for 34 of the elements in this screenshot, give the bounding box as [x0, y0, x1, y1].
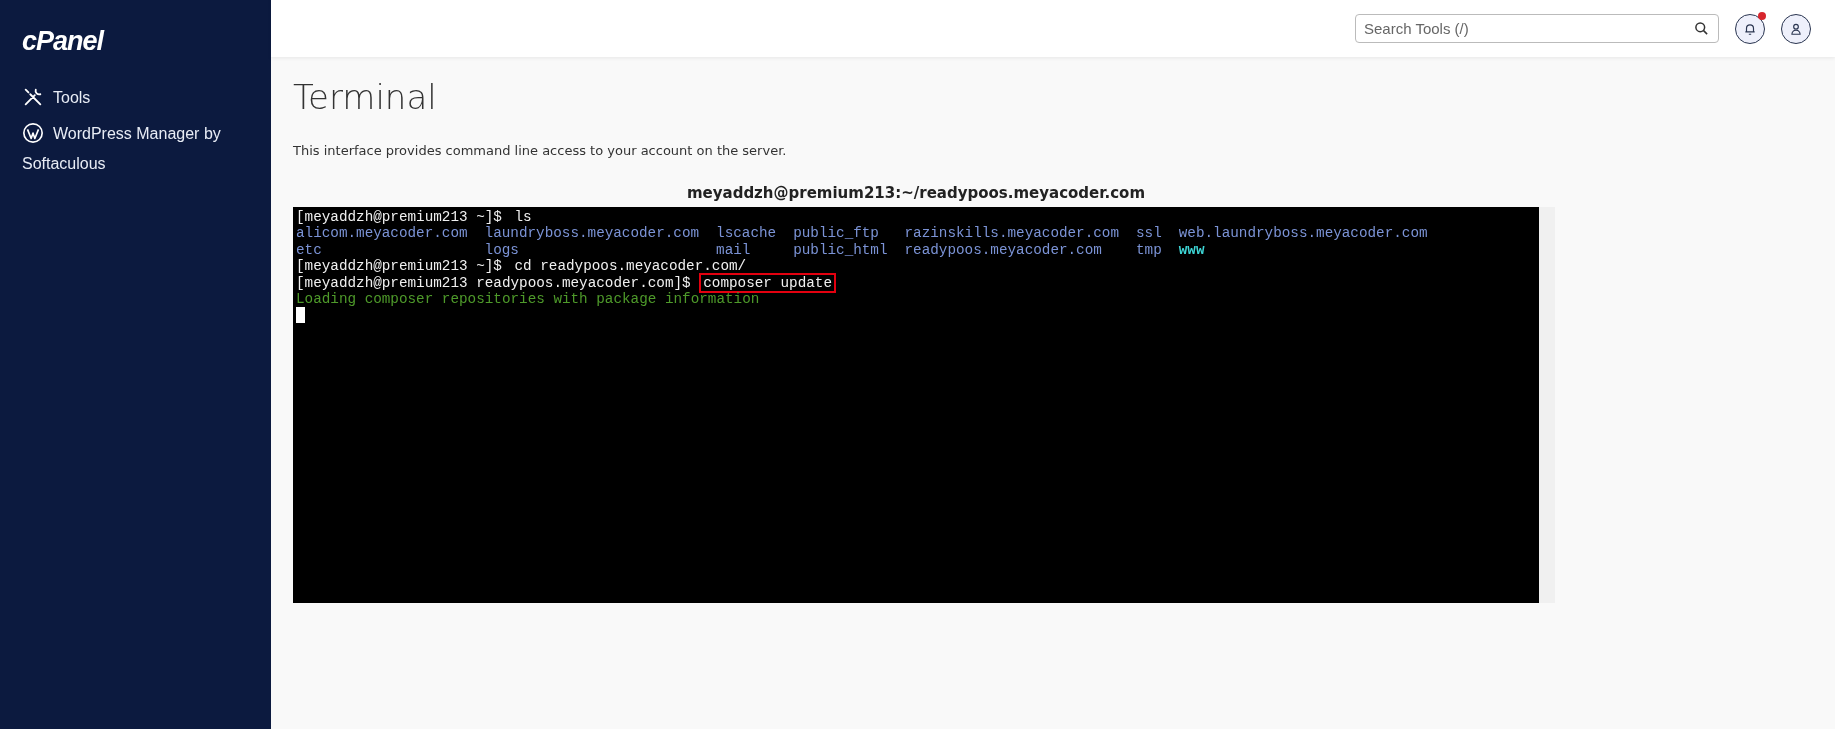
directory-entry: lscache [716, 225, 777, 242]
terminal-cursor [296, 307, 305, 324]
directory-entry: mail [716, 241, 752, 259]
user-button[interactable] [1781, 13, 1811, 44]
directory-entry: tmp [1136, 241, 1162, 259]
terminal-prompt: [meyaddzh@premium213 readypoos.meyacoder.com]$ [296, 274, 691, 292]
wordpress-icon [22, 122, 44, 144]
notifications-button[interactable] [1735, 13, 1765, 44]
search-icon [1694, 21, 1709, 36]
terminal-output: Loading composer repositories with package information [296, 291, 760, 308]
search-field[interactable]: Search Tools (/) [1355, 14, 1719, 43]
scrollbar[interactable] [1539, 207, 1555, 603]
directory-entry: public_html [793, 241, 888, 259]
directory-entry: etc [296, 241, 323, 259]
bell-icon [1743, 21, 1757, 36]
directory-entry: web.laundryboss.meyacoder.com [1178, 225, 1428, 242]
tools-icon [22, 86, 44, 108]
page-description: This interface provides command line access to your account on the server. [293, 143, 787, 158]
page-title: Terminal [293, 77, 438, 117]
terminal-prompt: [meyaddzh@premium213 ~]$ [296, 209, 502, 226]
directory-entry: ssl [1136, 225, 1162, 242]
directory-entry: logs [484, 241, 520, 259]
directory-entry: razinskills.meyacoder.com [904, 225, 1120, 242]
sidebar-item[interactable]: WordPress Manager by Softaculous [22, 119, 271, 179]
sidebar-item[interactable]: Tools [22, 83, 271, 113]
cpanel-logo[interactable]: cPanel [22, 26, 104, 57]
terminal-prompt: [meyaddzh@premium213 ~]$ [296, 258, 502, 275]
directory-entry: www [1178, 241, 1206, 259]
directory-entry: laundryboss.meyacoder.com [484, 225, 700, 242]
directory-entry: public_ftp [793, 225, 880, 242]
terminal-title: meyaddzh@premium213:~/readypoos.meyacoder.com [685, 184, 1147, 202]
directory-entry: alicom.meyacoder.com [296, 225, 468, 242]
user-icon [1789, 21, 1803, 36]
directory-entry: readypoos.meyacoder.com [904, 241, 1103, 259]
